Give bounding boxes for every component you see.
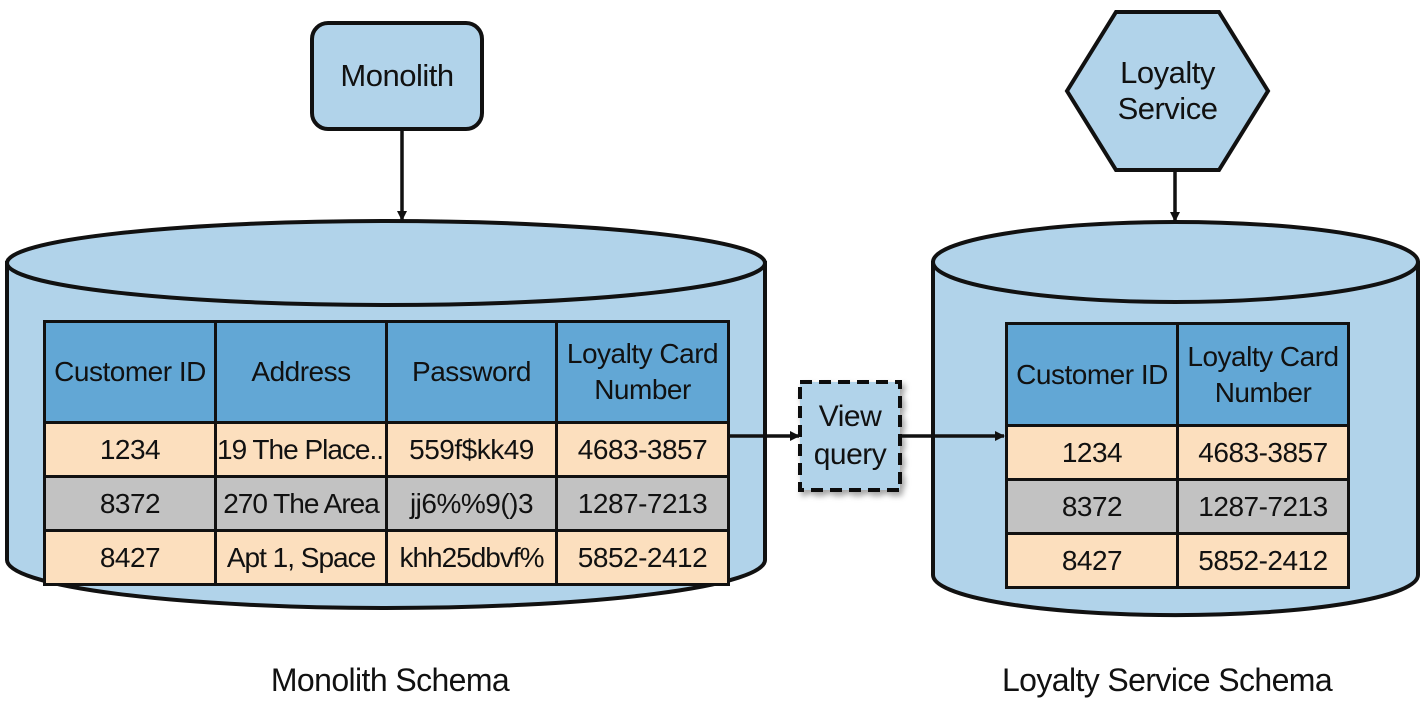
- monolith-node: Monolith: [312, 23, 482, 129]
- table-row: 8427 5852-2412: [1005, 532, 1350, 589]
- cell-customer-id: 8427: [43, 529, 217, 586]
- monolith-schema-table: Customer ID Address Password Loyalty Car…: [43, 320, 730, 586]
- cell-loyalty-card-number: 4683-3857: [1176, 424, 1350, 481]
- cell-address: 19 The Place...: [214, 421, 388, 478]
- cell-password: 559f$kk49: [385, 421, 558, 478]
- cylinder-top: [5, 219, 767, 307]
- diagram-canvas: Monolith Loyalty Service View query Cust…: [0, 0, 1425, 710]
- table-row: 8427 Apt 1, Space khh25dbvf% 5852-2412: [43, 529, 730, 586]
- cell-customer-id: 1234: [1005, 424, 1179, 481]
- header-customer-id: Customer ID: [1005, 322, 1179, 427]
- cell-address: 270 The Area: [214, 475, 388, 532]
- cell-customer-id: 1234: [43, 421, 217, 478]
- table-row: 1234 19 The Place... 559f$kk49 4683-3857: [43, 421, 730, 478]
- table-header-row: Customer ID Address Password Loyalty Car…: [43, 320, 730, 424]
- table-header-row: Customer ID Loyalty Card Number: [1005, 322, 1350, 427]
- cell-loyalty-card-number: 5852-2412: [555, 529, 730, 586]
- header-loyalty-card-number: Loyalty Card Number: [1176, 322, 1350, 427]
- loyalty-service-schema-table: Customer ID Loyalty Card Number 1234 4683…: [1005, 322, 1350, 589]
- cell-customer-id: 8372: [1005, 478, 1179, 535]
- header-customer-id: Customer ID: [43, 320, 217, 424]
- loyalty-service-label-line2: Service: [1117, 91, 1218, 126]
- cell-loyalty-card-number: 1287-7213: [1176, 478, 1350, 535]
- cylinder-top: [931, 220, 1420, 304]
- cell-address: Apt 1, Space: [214, 529, 388, 586]
- cell-loyalty-card-number: 5852-2412: [1176, 532, 1350, 589]
- loyalty-service-label-line1: Loyalty: [1120, 55, 1215, 90]
- loyalty-service-node: Loyalty Service: [1067, 12, 1268, 170]
- loyalty-service-schema-label: Loyalty Service Schema: [1001, 662, 1333, 698]
- cell-customer-id: 8427: [1005, 532, 1179, 589]
- cell-customer-id: 8372: [43, 475, 217, 532]
- header-address: Address: [214, 320, 388, 424]
- view-query-label-line2: query: [813, 438, 887, 471]
- table-row: 1234 4683-3857: [1005, 424, 1350, 481]
- header-password: Password: [385, 320, 558, 424]
- table-row: 8372 1287-7213: [1005, 478, 1350, 535]
- view-query-label-line1: View: [818, 400, 882, 433]
- cell-password: jj6%%9()3: [385, 475, 558, 532]
- header-loyalty-card-number: Loyalty Card Number: [555, 320, 730, 424]
- monolith-schema-label: Monolith Schema: [270, 662, 510, 698]
- cell-loyalty-card-number: 1287-7213: [555, 475, 730, 532]
- cell-loyalty-card-number: 4683-3857: [555, 421, 730, 478]
- monolith-node-label: Monolith: [340, 58, 454, 93]
- table-row: 8372 270 The Area jj6%%9()3 1287-7213: [43, 475, 730, 532]
- view-query-node: View query: [800, 382, 900, 490]
- cell-password: khh25dbvf%: [385, 529, 558, 586]
